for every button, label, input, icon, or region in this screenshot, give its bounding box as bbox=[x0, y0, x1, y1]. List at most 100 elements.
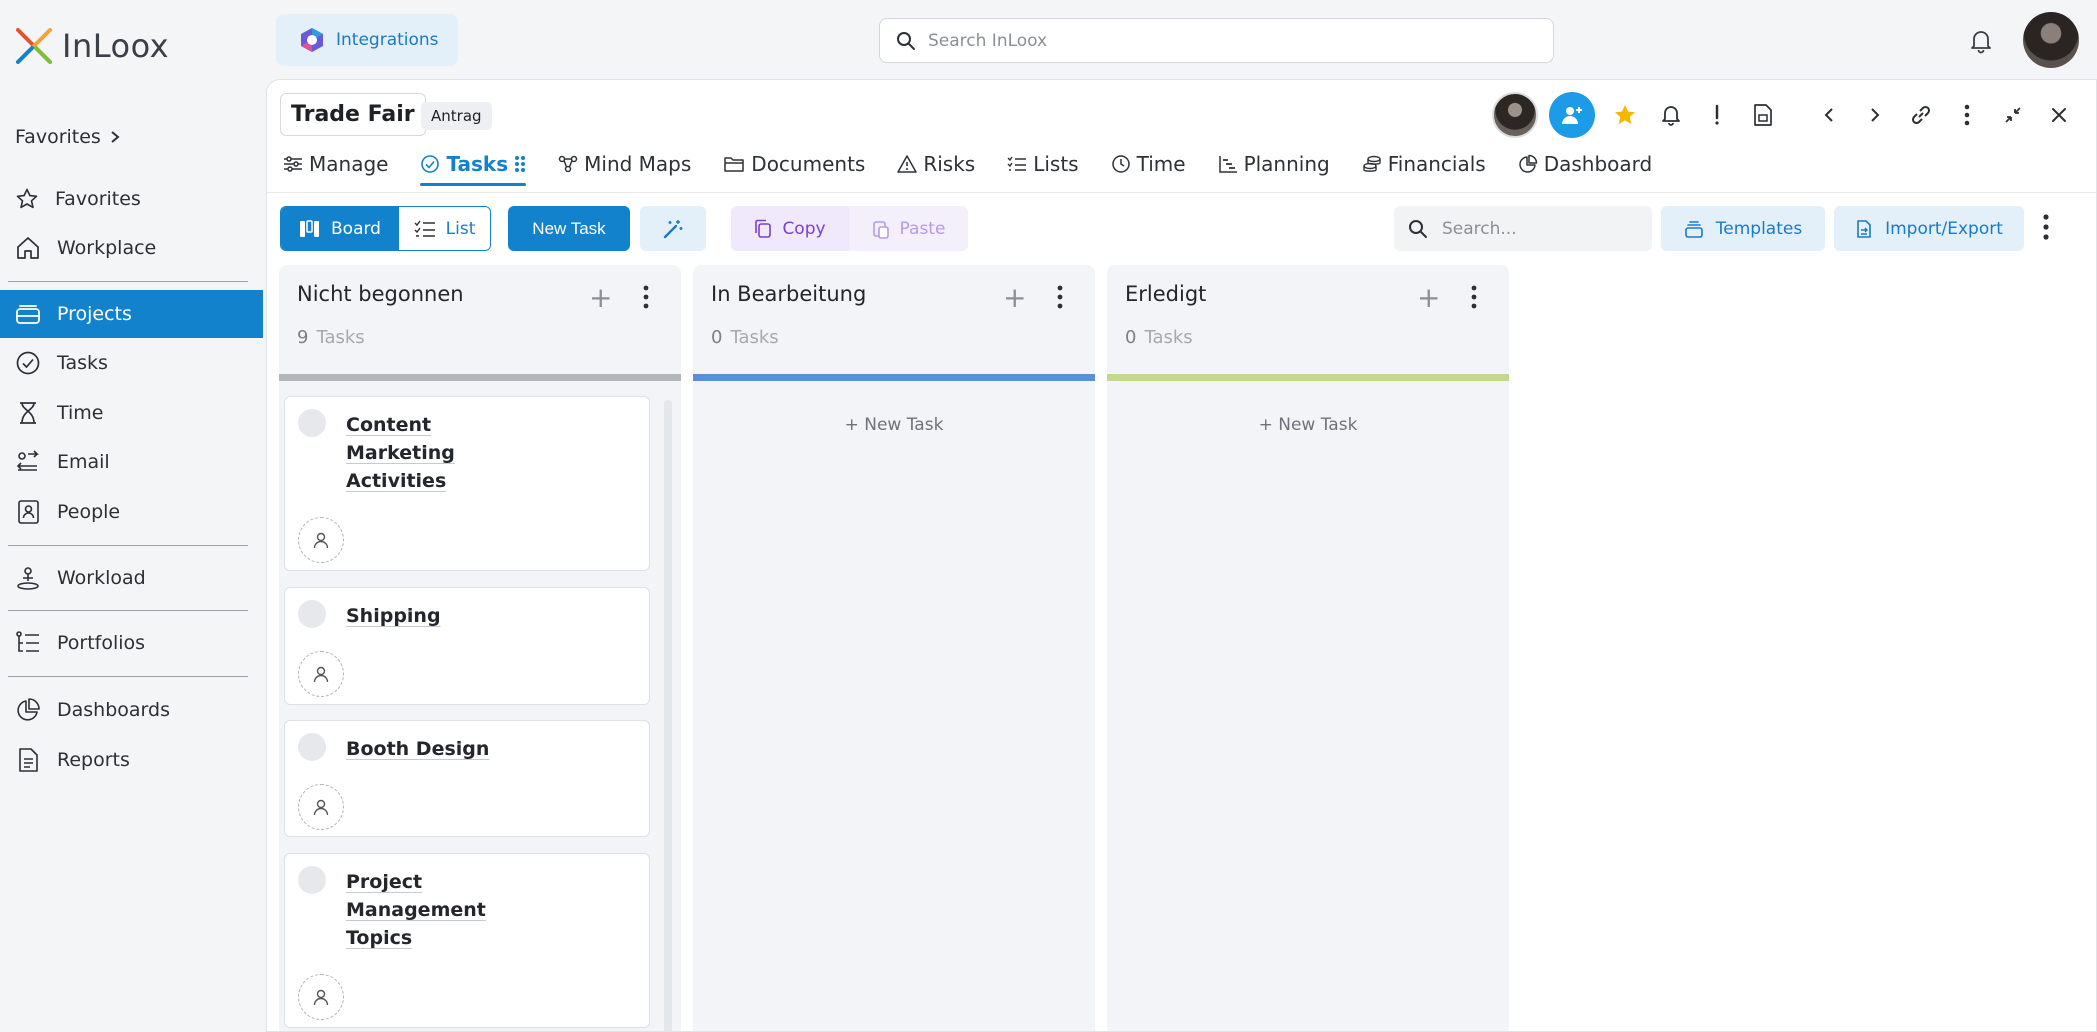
next-icon[interactable] bbox=[1862, 102, 1888, 128]
import-export-button[interactable]: Import/Export bbox=[1834, 206, 2024, 251]
paste-button[interactable]: Paste bbox=[849, 206, 968, 251]
tab-mind-maps[interactable]: Mind Maps bbox=[558, 142, 691, 186]
project-manager-avatar[interactable] bbox=[1492, 92, 1538, 138]
column-new-task-button[interactable]: + New Task bbox=[1107, 415, 1509, 435]
sidebar-item-label: People bbox=[57, 501, 121, 523]
tab-time[interactable]: Time bbox=[1111, 142, 1186, 186]
contact-book-icon bbox=[18, 500, 39, 524]
tab-tasks[interactable]: Tasks bbox=[420, 142, 526, 186]
global-search-input[interactable]: Search InLoox bbox=[879, 18, 1554, 63]
priority-icon[interactable] bbox=[1704, 102, 1730, 128]
more-vertical-icon[interactable] bbox=[1954, 102, 1980, 128]
minimize-icon[interactable] bbox=[2000, 102, 2026, 128]
close-icon[interactable] bbox=[2046, 102, 2072, 128]
column-scrollbar[interactable] bbox=[662, 386, 674, 1031]
assign-user-button[interactable] bbox=[298, 517, 344, 563]
task-title[interactable]: Shipping bbox=[346, 602, 506, 630]
user-avatar[interactable] bbox=[2023, 12, 2079, 68]
sidebar-item-people[interactable]: People bbox=[0, 488, 263, 536]
tab-lists[interactable]: Lists bbox=[1007, 142, 1079, 186]
tab-financials[interactable]: Financials bbox=[1362, 142, 1486, 186]
add-task-plus-icon[interactable]: + bbox=[1417, 281, 1440, 314]
column-count-value: 9 bbox=[297, 327, 309, 348]
sliders-icon bbox=[284, 156, 302, 172]
list-view-button[interactable]: List bbox=[399, 207, 490, 250]
task-card[interactable]: Project Management Topics bbox=[284, 853, 650, 1028]
tab-label: Risks bbox=[923, 152, 976, 176]
tab-risks[interactable]: Risks bbox=[897, 142, 975, 186]
add-task-plus-icon[interactable]: + bbox=[1003, 281, 1026, 314]
sidebar-item-portfolios[interactable]: Portfolios bbox=[0, 619, 263, 667]
task-title[interactable]: Project Management Topics bbox=[346, 868, 506, 952]
copy-icon bbox=[755, 219, 772, 238]
paste-icon bbox=[872, 220, 889, 239]
board-view-button[interactable]: Board bbox=[281, 207, 399, 250]
link-icon[interactable] bbox=[1908, 102, 1934, 128]
sidebar-item-workplace[interactable]: Workplace bbox=[0, 224, 263, 272]
project-title[interactable]: Trade Fair bbox=[280, 93, 426, 136]
copy-button[interactable]: Copy bbox=[731, 206, 849, 251]
sidebar-item-email[interactable]: Email bbox=[0, 438, 263, 486]
tab-manage[interactable]: Manage bbox=[283, 142, 388, 186]
column-new-task-button[interactable]: + New Task bbox=[693, 415, 1095, 435]
notifications-bell-icon[interactable] bbox=[1969, 28, 1993, 58]
magic-wand-button[interactable] bbox=[640, 206, 706, 251]
pie-chart-icon bbox=[1519, 154, 1537, 173]
task-complete-checkbox[interactable] bbox=[298, 733, 326, 761]
sidebar-item-projects[interactable]: Projects bbox=[0, 290, 263, 338]
assign-user-button[interactable] bbox=[298, 974, 344, 1020]
checklist-icon bbox=[414, 220, 435, 237]
assign-user-button[interactable] bbox=[298, 651, 344, 697]
tab-label: Dashboard bbox=[1543, 152, 1653, 176]
task-complete-checkbox[interactable] bbox=[298, 409, 326, 437]
more-vertical-icon[interactable] bbox=[1471, 285, 1477, 313]
tab-dashboard[interactable]: Dashboard bbox=[1518, 142, 1653, 186]
add-task-plus-icon[interactable]: + bbox=[589, 281, 612, 314]
add-member-button[interactable] bbox=[1549, 92, 1595, 138]
sidebar-item-workload[interactable]: Workload bbox=[0, 554, 263, 602]
new-task-button[interactable]: New Task bbox=[508, 206, 630, 251]
assign-user-button[interactable] bbox=[298, 784, 344, 830]
sidebar-item-time[interactable]: Time bbox=[0, 389, 263, 437]
document-icon[interactable] bbox=[1750, 102, 1776, 128]
task-card[interactable]: Shipping bbox=[284, 587, 650, 705]
more-vertical-icon[interactable] bbox=[2043, 214, 2049, 244]
board-search-input[interactable]: Search... bbox=[1394, 206, 1652, 251]
column-count-label: Tasks bbox=[316, 327, 365, 348]
favorites-header[interactable]: Favorites bbox=[15, 126, 121, 148]
sidebar-item-dashboards[interactable]: Dashboards bbox=[0, 686, 263, 734]
integrations-button[interactable]: Integrations bbox=[276, 14, 458, 66]
task-title[interactable]: Booth Design bbox=[346, 735, 506, 763]
sidebar-divider bbox=[8, 610, 248, 611]
sidebar-item-favorites[interactable]: Favorites bbox=[0, 175, 263, 223]
copy-label: Copy bbox=[782, 218, 826, 239]
hourglass-icon bbox=[20, 402, 36, 424]
tab-documents[interactable]: Documents bbox=[723, 142, 865, 186]
sidebar-item-tasks[interactable]: Tasks bbox=[0, 339, 263, 387]
board-view-label: Board bbox=[331, 218, 381, 239]
bell-icon[interactable] bbox=[1658, 102, 1684, 128]
task-card[interactable]: Booth Design bbox=[284, 720, 650, 837]
project-status-badge[interactable]: Antrag bbox=[421, 102, 492, 130]
tab-planning[interactable]: Planning bbox=[1218, 142, 1330, 186]
drag-handle-icon[interactable] bbox=[514, 154, 526, 174]
task-card[interactable]: Content Marketing Activities bbox=[284, 396, 650, 571]
more-vertical-icon[interactable] bbox=[643, 285, 649, 313]
task-complete-checkbox[interactable] bbox=[298, 866, 326, 894]
sidebar-item-reports[interactable]: Reports bbox=[0, 736, 263, 784]
list-view-label: List bbox=[445, 218, 476, 239]
scrollbar-thumb[interactable] bbox=[664, 400, 672, 1031]
previous-icon[interactable] bbox=[1816, 102, 1842, 128]
task-title[interactable]: Content Marketing Activities bbox=[346, 411, 506, 495]
task-complete-checkbox[interactable] bbox=[298, 600, 326, 628]
sidebar-item-label: Workload bbox=[57, 567, 146, 589]
home-icon bbox=[17, 237, 39, 259]
inloox-logo[interactable]: InLoox bbox=[14, 26, 169, 66]
chevron-right-icon bbox=[111, 131, 120, 143]
project-tabs: Manage Tasks Mind Maps Documents Risks L… bbox=[283, 142, 1684, 186]
templates-button[interactable]: Templates bbox=[1661, 206, 1825, 251]
plus-icon: + bbox=[1258, 415, 1273, 435]
column-title: Nicht begonnen bbox=[297, 282, 464, 306]
favorite-star-icon[interactable] bbox=[1612, 102, 1638, 128]
more-vertical-icon[interactable] bbox=[1057, 285, 1063, 313]
